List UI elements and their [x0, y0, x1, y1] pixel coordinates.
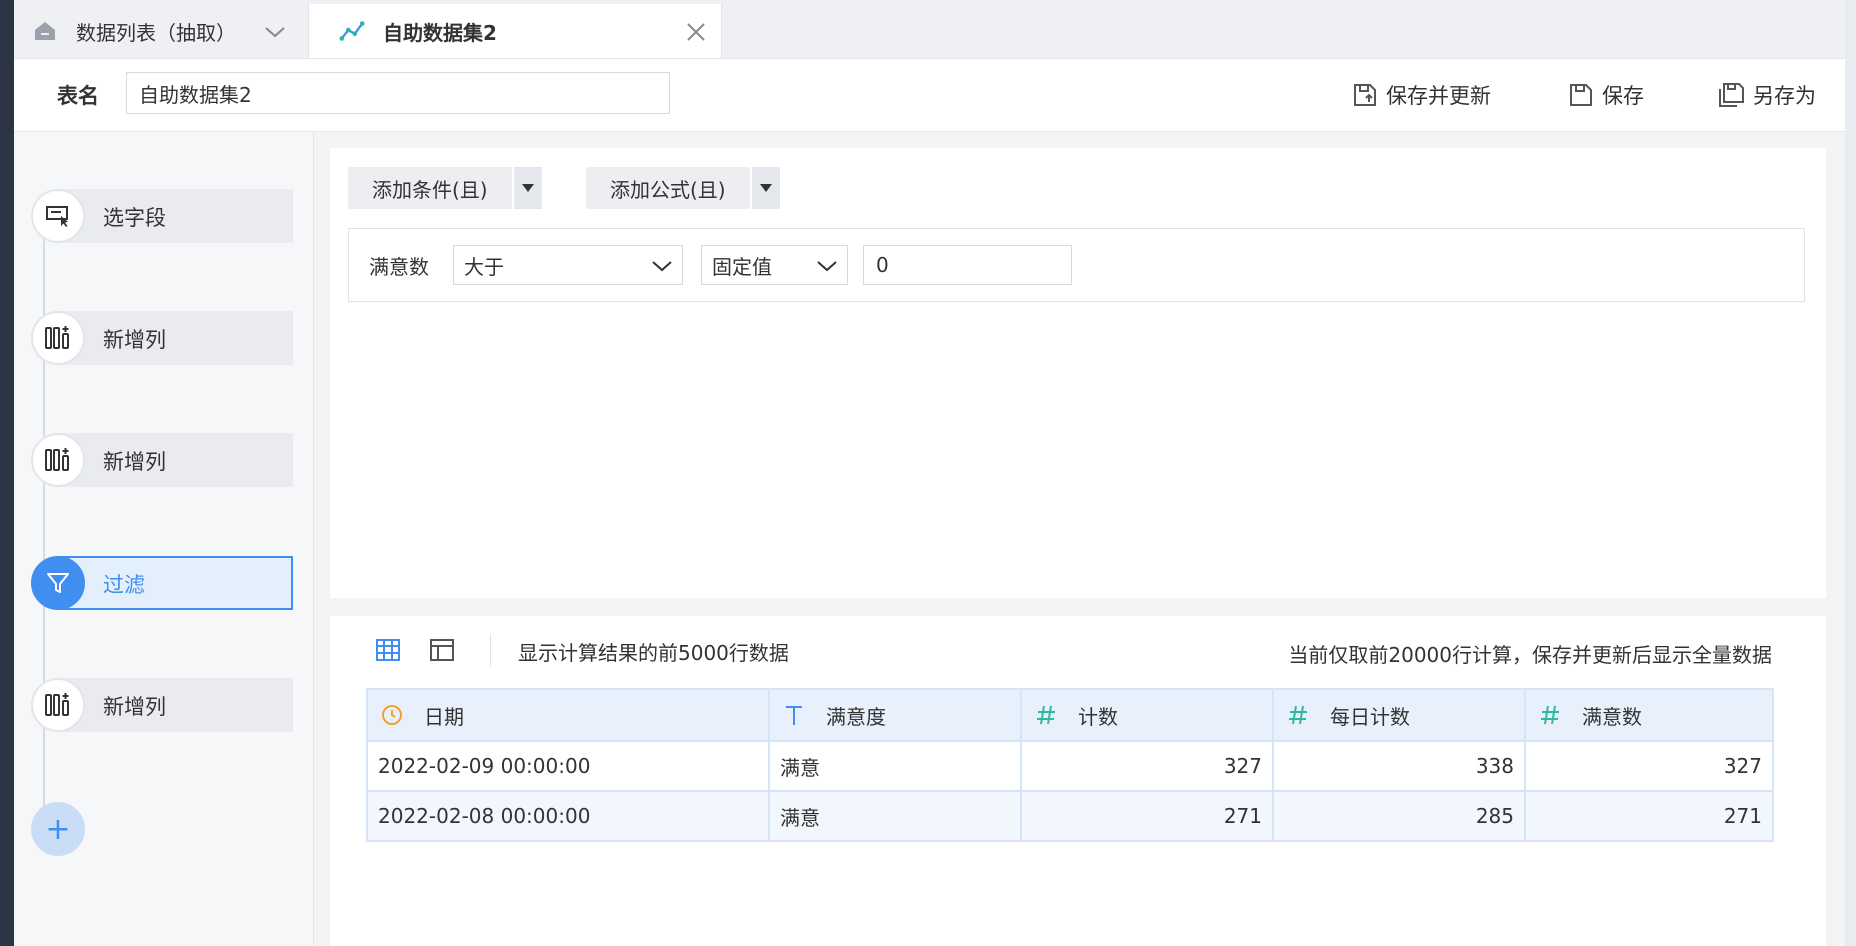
table-cell: 327: [1020, 740, 1274, 792]
step-label: 过滤: [103, 573, 145, 597]
preview-note: 显示计算结果的前5000行数据: [518, 641, 789, 665]
save-and-update-button[interactable]: 保存并更新: [1352, 75, 1491, 115]
filter-condition-row: 满意数 大于 固定值: [348, 228, 1805, 302]
column-header-label: 满意度: [826, 704, 886, 729]
tab-bar: 数据列表（抽取） 自助数据集2: [14, 0, 1845, 59]
step-pill: [57, 311, 293, 365]
condition-field-label: 满意数: [369, 255, 429, 279]
table-cell: 2022-02-09 00:00:00: [366, 740, 770, 792]
add-step-button[interactable]: +: [31, 802, 85, 856]
table-cell: 满意: [768, 740, 1022, 792]
table-view-icon[interactable]: [374, 636, 402, 664]
save-and-update-label: 保存并更新: [1386, 84, 1491, 108]
add-formula-dropdown[interactable]: 添加公式(且): [586, 167, 780, 209]
step-label: 选字段: [103, 206, 166, 230]
table-cell: 327: [1524, 740, 1774, 792]
step-label: 新增列: [103, 328, 166, 352]
scrollbar-track[interactable]: [1844, 0, 1856, 946]
step-add-column-1[interactable]: 新增列: [31, 311, 293, 365]
tab-label: 自助数据集2: [383, 20, 497, 45]
dataset-line-icon: [339, 18, 365, 44]
caret-down-icon[interactable]: [513, 167, 542, 209]
column-header[interactable]: 每日计数: [1272, 688, 1526, 742]
table-name-input[interactable]: [126, 72, 670, 114]
step-pill: [57, 189, 293, 243]
save-button[interactable]: 保存: [1568, 75, 1644, 115]
save-icon: [1570, 84, 1592, 106]
step-add-column-3[interactable]: 新增列: [31, 678, 293, 732]
table-cell: 271: [1020, 790, 1274, 842]
chevron-down-icon: [652, 261, 672, 272]
chevron-down-icon[interactable]: [262, 20, 288, 44]
table-cell: 338: [1272, 740, 1526, 792]
text-type-icon: [780, 703, 808, 727]
step-add-column-2[interactable]: 新增列: [31, 433, 293, 487]
operator-value: 大于: [464, 254, 504, 279]
add-condition-button[interactable]: 添加条件(且): [348, 167, 512, 209]
column-header[interactable]: 日期: [366, 688, 770, 742]
plus-icon: +: [45, 811, 71, 847]
add-condition-dropdown[interactable]: 添加条件(且): [348, 167, 542, 209]
value-type-select[interactable]: 固定值: [701, 245, 848, 285]
save-as-icon: [1719, 83, 1744, 107]
save-label: 保存: [1602, 84, 1644, 108]
step-pill: [57, 433, 293, 487]
table-cell: 285: [1272, 790, 1526, 842]
condition-value-input[interactable]: [863, 245, 1072, 285]
value-type-value: 固定值: [712, 254, 772, 279]
filter-panel: [330, 148, 1826, 598]
add-column-icon: [31, 311, 85, 365]
add-column-icon: [31, 678, 85, 732]
step-label: 新增列: [103, 450, 166, 474]
table-cell: 2022-02-08 00:00:00: [366, 790, 770, 842]
save-as-button[interactable]: 另存为: [1717, 75, 1816, 115]
number-type-icon: [1032, 703, 1060, 727]
save-update-icon: [1354, 84, 1376, 106]
dataset-header: 表名 保存并更新 保存 另存为: [14, 59, 1845, 132]
step-filter[interactable]: 过滤: [31, 556, 293, 610]
column-header[interactable]: 满意数: [1524, 688, 1774, 742]
column-header-label: 日期: [424, 704, 464, 729]
step-pill: [57, 678, 293, 732]
table-cell: 满意: [768, 790, 1022, 842]
table-name-label: 表名: [57, 84, 99, 108]
add-column-icon: [31, 433, 85, 487]
divider: [490, 634, 491, 666]
tab-data-list[interactable]: 数据列表（抽取）: [14, 4, 308, 58]
preview-limit-note: 当前仅取前20000行计算，保存并更新后显示全量数据: [1288, 643, 1772, 667]
app-side-strip: [0, 0, 14, 946]
operator-select[interactable]: 大于: [453, 245, 683, 285]
table-row: 2022-02-08 00:00:00 满意 271 285 271: [366, 790, 1774, 842]
layout-view-icon[interactable]: [428, 636, 456, 664]
table-row: 2022-02-09 00:00:00 满意 327 338 327: [366, 740, 1774, 792]
tab-label: 数据列表（抽取）: [76, 20, 236, 45]
caret-down-icon[interactable]: [751, 167, 780, 209]
select-field-icon: [31, 189, 85, 243]
save-as-label: 另存为: [1753, 84, 1816, 108]
close-icon[interactable]: [685, 21, 707, 43]
tab-dataset[interactable]: 自助数据集2: [308, 4, 722, 58]
column-header[interactable]: 满意度: [768, 688, 1022, 742]
step-select-fields[interactable]: 选字段: [31, 189, 293, 243]
column-header-label: 计数: [1078, 704, 1118, 729]
clock-icon: [378, 703, 406, 727]
step-label: 新增列: [103, 695, 166, 719]
column-header[interactable]: 计数: [1020, 688, 1274, 742]
filter-icon: [31, 556, 85, 610]
preview-table: 日期 满意度 计数 每日计数 满意数 2022-02-09 00:00:00 满…: [366, 688, 1774, 842]
chevron-down-icon: [817, 261, 837, 272]
number-type-icon: [1284, 703, 1312, 727]
number-type-icon: [1536, 703, 1564, 727]
step-pill: [57, 556, 293, 610]
home-icon: [32, 18, 58, 44]
steps-timeline: [43, 210, 45, 830]
table-cell: 271: [1524, 790, 1774, 842]
column-header-label: 每日计数: [1330, 704, 1410, 729]
column-header-label: 满意数: [1582, 704, 1642, 729]
add-formula-button[interactable]: 添加公式(且): [586, 167, 750, 209]
table-header-row: 日期 满意度 计数 每日计数 满意数: [366, 688, 1774, 742]
